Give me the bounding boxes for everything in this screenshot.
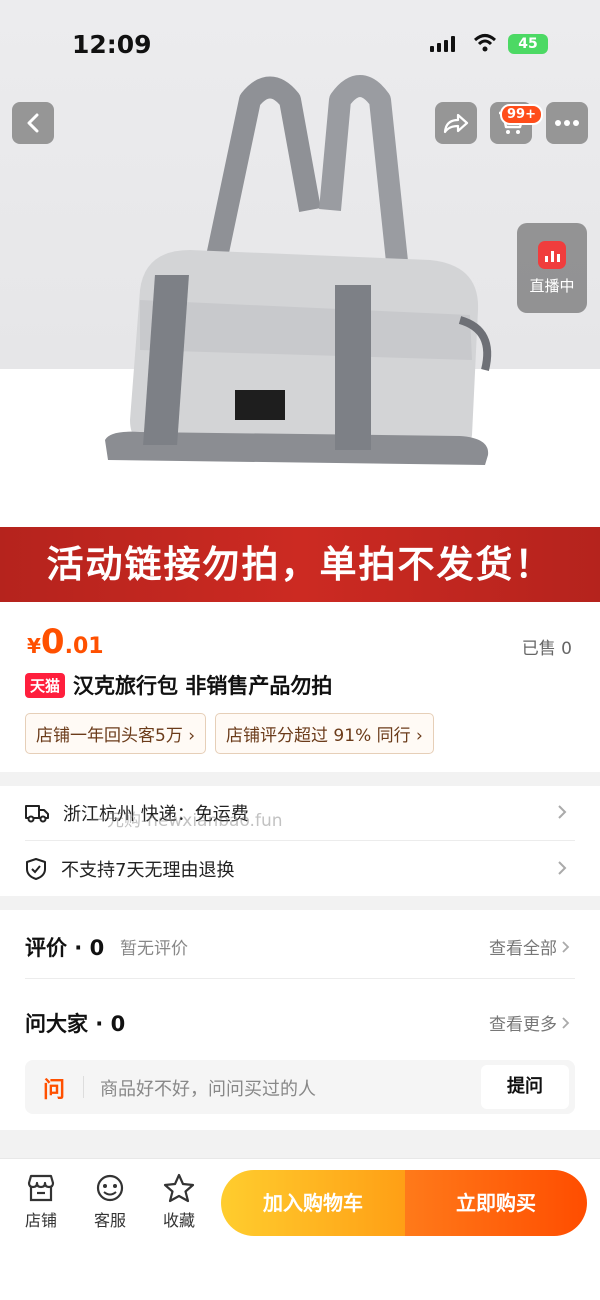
store-tag-rating[interactable]: 店铺评分超过 91% 同行 ›	[215, 713, 434, 754]
watermark-text: 一元购-newxianbao.fun	[90, 811, 283, 831]
status-time: 12:09	[72, 30, 152, 59]
promo-banner: 活动链接勿拍，单拍不发货！	[0, 527, 600, 602]
price: ¥0.01	[27, 622, 104, 662]
bottom-action-bar: 店铺 客服 收藏 加入购物车 立即购买	[0, 1158, 600, 1300]
share-icon	[443, 113, 469, 134]
store-tags: 店铺一年回头客5万 › 店铺评分超过 91% 同行 ›	[25, 713, 434, 754]
return-policy-text: 不支持7天无理由退换	[61, 860, 235, 881]
divider	[25, 840, 575, 841]
price-integer: 0	[40, 622, 65, 662]
chevron-right-icon	[562, 940, 570, 953]
chevron-right-icon	[558, 805, 567, 819]
return-policy-row[interactable]: 不支持7天无理由退换	[25, 842, 575, 896]
wifi-icon	[473, 34, 497, 52]
reviews-card: 评价 · 0 暂无评价 查看全部 问大家 · 0 查看更多 问 商品好不好，问问…	[0, 910, 600, 1130]
more-button[interactable]	[546, 102, 588, 144]
store-button[interactable]: 店铺	[16, 1173, 66, 1231]
ask-placeholder: 商品好不好，问问买过的人	[100, 1079, 316, 1100]
chevron-right-icon	[562, 1016, 570, 1029]
buy-now-button[interactable]: 立即购买	[405, 1170, 587, 1236]
battery-indicator: 45	[508, 34, 548, 54]
truck-icon	[25, 805, 49, 823]
price-card: ¥0.01 已售 0 天猫 汉克旅行包 非销售产品勿拍 店铺一年回头客5万 › …	[0, 602, 600, 772]
view-all-reviews-link[interactable]: 查看全部	[489, 934, 570, 959]
status-bar: 12:09 45	[0, 30, 600, 60]
ask-question-box[interactable]: 问 商品好不好，问问买过的人 提问	[25, 1060, 575, 1114]
live-bars-icon	[538, 240, 566, 269]
price-decimal: .01	[64, 634, 104, 659]
chevron-right-icon	[558, 861, 567, 875]
chat-face-icon	[96, 1174, 124, 1202]
signal-icon	[430, 36, 455, 52]
qa-title: 问大家 · 0	[25, 1012, 126, 1036]
cart-count-badge: 99+	[500, 104, 543, 125]
store-label: 店铺	[24, 1211, 57, 1230]
store-tag-returning[interactable]: 店铺一年回头客5万 ›	[25, 713, 207, 754]
reviews-empty-text: 暂无评价	[120, 939, 188, 959]
sold-count: 已售 0	[521, 639, 572, 659]
question-icon: 问	[43, 1078, 66, 1103]
view-more-qa-link[interactable]: 查看更多	[489, 1010, 570, 1035]
product-image-area[interactable]: 12:09 45 99+ 直播中	[0, 0, 600, 527]
chevron-left-icon	[27, 113, 39, 133]
price-currency: ¥	[27, 634, 41, 658]
divider	[83, 1076, 84, 1098]
customer-service-button[interactable]: 客服	[85, 1173, 135, 1231]
shield-check-icon	[26, 858, 46, 880]
reviews-title: 评价 · 0	[25, 936, 105, 960]
share-button[interactable]	[435, 102, 477, 144]
live-stream-button[interactable]: 直播中	[517, 223, 587, 313]
back-button[interactable]	[12, 102, 54, 144]
more-dots-icon	[555, 120, 579, 126]
store-icon	[27, 1174, 55, 1202]
ask-button[interactable]: 提问	[481, 1065, 569, 1109]
live-label: 直播中	[529, 276, 575, 295]
product-title: 汉克旅行包 非销售产品勿拍	[73, 674, 333, 698]
service-label: 客服	[93, 1211, 126, 1230]
tmall-badge: 天猫	[25, 672, 66, 698]
star-icon	[163, 1173, 195, 1203]
favorite-button[interactable]: 收藏	[154, 1173, 204, 1231]
divider	[25, 978, 575, 979]
add-to-cart-button[interactable]: 加入购物车	[221, 1170, 405, 1236]
favorite-label: 收藏	[162, 1211, 195, 1230]
shipping-card: 浙江杭州 快递：免运费 不支持7天无理由退换	[0, 786, 600, 896]
product-title-row: 天猫 汉克旅行包 非销售产品勿拍	[25, 670, 332, 700]
